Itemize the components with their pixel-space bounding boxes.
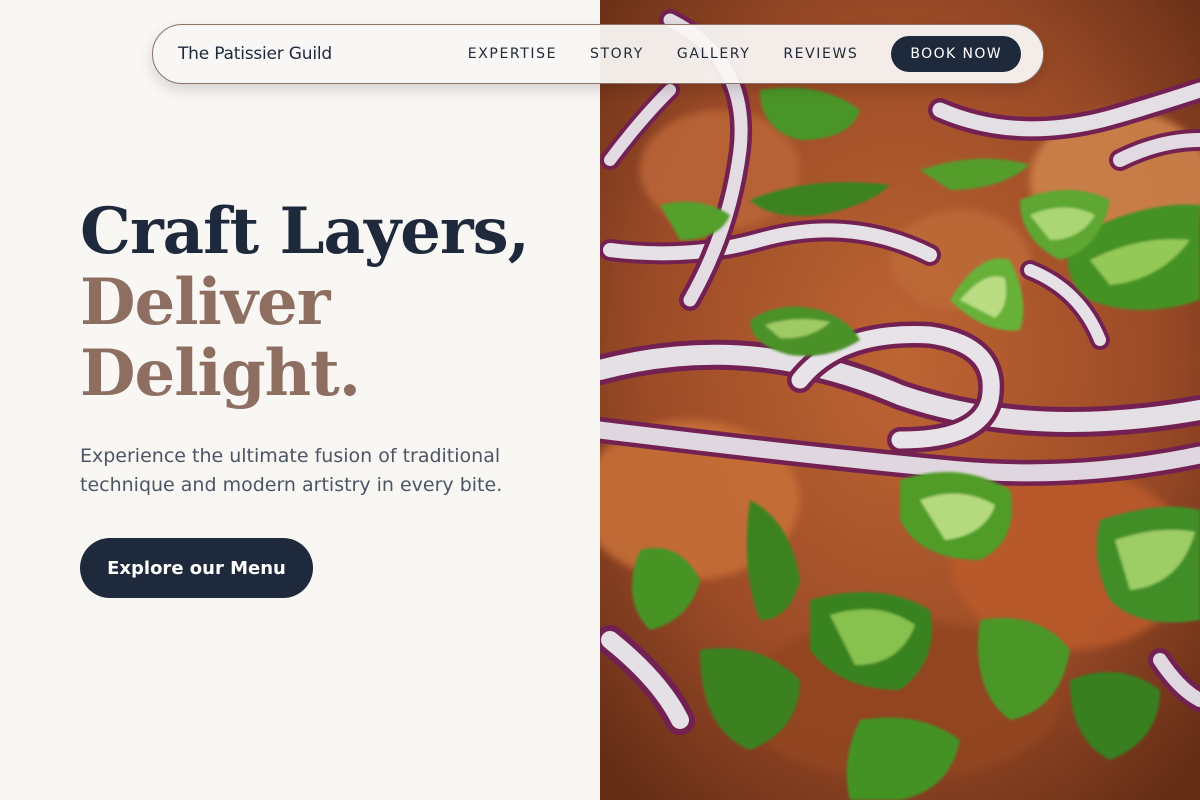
- brand-logo-text[interactable]: The Patissier Guild: [178, 44, 332, 64]
- book-now-button[interactable]: BOOK NOW: [891, 36, 1021, 72]
- food-photo: [600, 0, 1200, 800]
- top-navbar: The Patissier Guild EXPERTISE STORY GALL…: [152, 24, 1044, 84]
- nav-link-story[interactable]: STORY: [590, 46, 644, 62]
- hero-image: [600, 0, 1200, 800]
- headline-line-3: Delight.: [80, 336, 361, 411]
- headline-line-2: Deliver: [80, 265, 330, 340]
- hero-headline: Craft Layers, Deliver Delight.: [80, 194, 530, 411]
- nav-links: EXPERTISE STORY GALLERY REVIEWS BOOK NOW: [435, 36, 1021, 72]
- nav-link-reviews[interactable]: REVIEWS: [783, 46, 858, 62]
- nav-link-gallery[interactable]: GALLERY: [677, 46, 750, 62]
- hero-subtitle: Experience the ultimate fusion of tradit…: [80, 445, 503, 496]
- explore-menu-button[interactable]: Explore our Menu: [80, 538, 313, 598]
- nav-link-expertise[interactable]: EXPERTISE: [468, 46, 557, 62]
- headline-line-1: Craft Layers,: [80, 194, 530, 269]
